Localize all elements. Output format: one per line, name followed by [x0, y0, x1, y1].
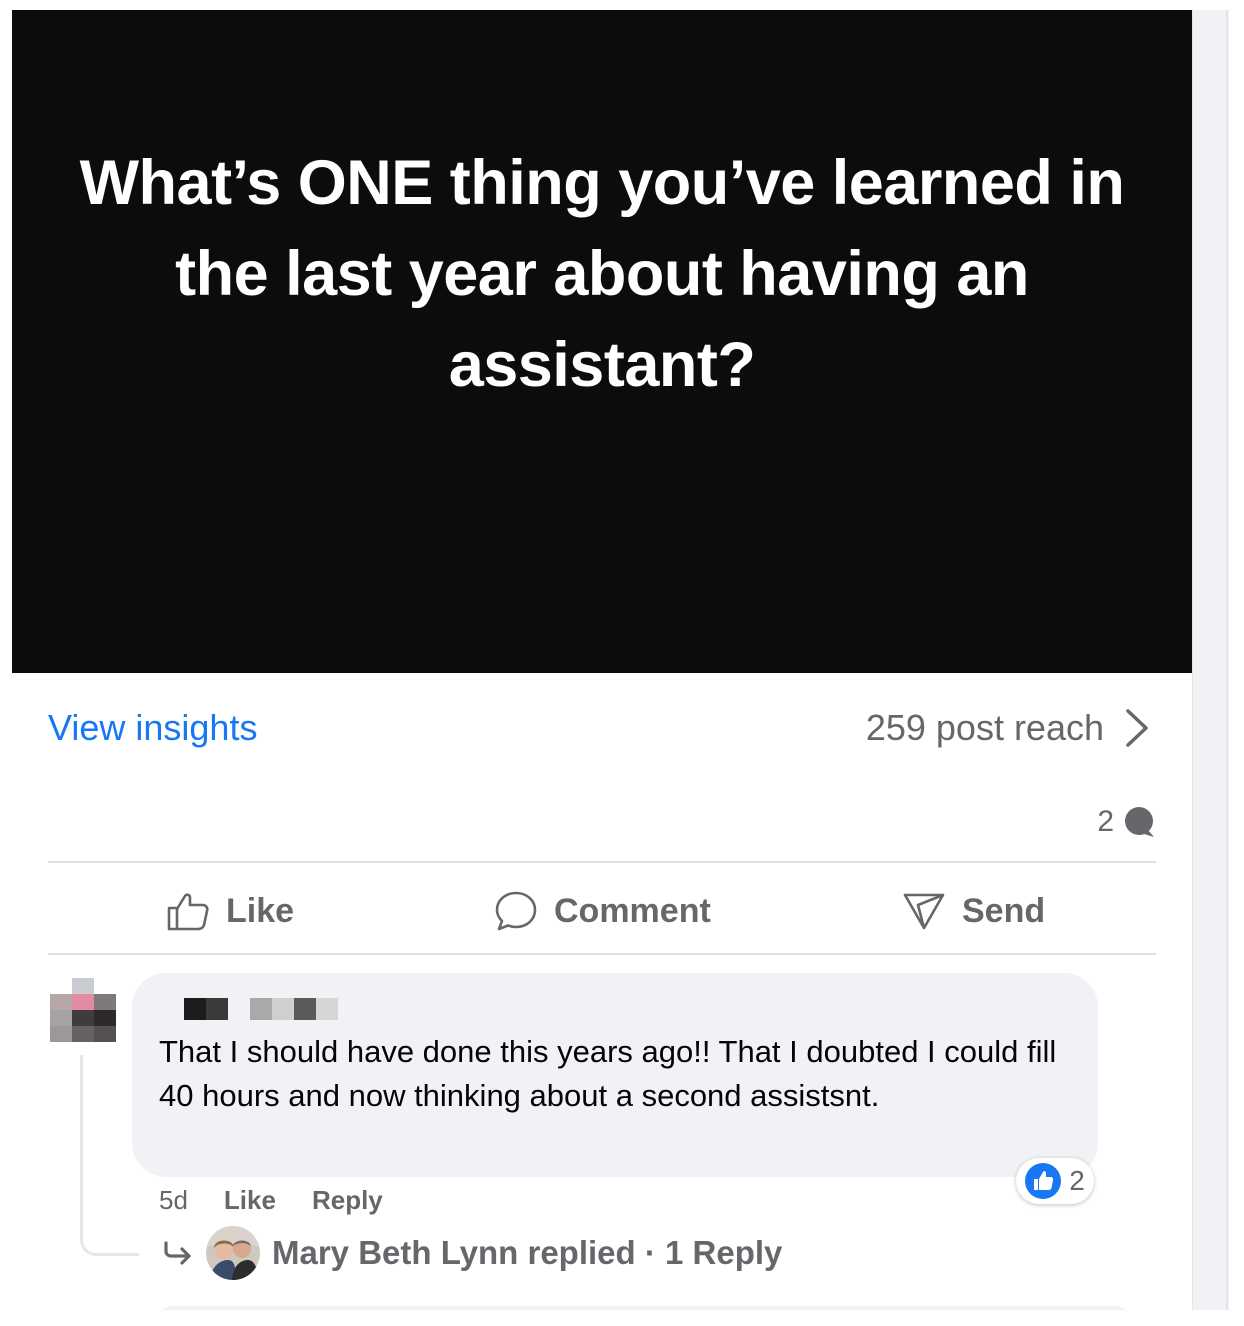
view-insights-link[interactable]: View insights	[48, 707, 257, 749]
comment-bubble-icon	[1125, 807, 1154, 837]
thumbs-up-icon	[167, 893, 209, 931]
next-comment-bubble-edge	[154, 1306, 1134, 1310]
post-actions: Like Comment Send	[48, 867, 1156, 955]
comment-reply-button[interactable]: Reply	[312, 1185, 383, 1216]
reply-thread-line	[80, 1055, 139, 1256]
like-button[interactable]: Like	[166, 867, 294, 955]
view-replies-link[interactable]: Mary Beth Lynn replied · 1 Reply	[162, 1225, 782, 1281]
send-button[interactable]: Send	[902, 867, 1045, 955]
chevron-right-icon[interactable]	[1116, 705, 1156, 751]
replier-avatar	[206, 1226, 260, 1280]
right-panel-border	[1226, 10, 1228, 1310]
right-panel-edge	[1192, 10, 1229, 1310]
redacted-author-name[interactable]	[184, 998, 344, 1020]
divider-top	[48, 861, 1156, 863]
send-icon	[903, 893, 945, 930]
reaction-count: 2	[1069, 1165, 1085, 1196]
post-image-text: What’s ONE thing you’ve learned in the l…	[79, 148, 1125, 400]
insights-row: View insights 259 post reach	[48, 703, 1156, 753]
comment-timestamp[interactable]: 5d	[159, 1185, 188, 1216]
divider-bottom	[48, 953, 1156, 955]
comment-label: Comment	[554, 891, 711, 930]
reply-arrow-icon	[164, 1241, 191, 1265]
replies-summary: Mary Beth Lynn replied · 1 Reply	[272, 1234, 783, 1271]
comment-reactions[interactable]: 2	[1016, 1158, 1094, 1204]
post-image[interactable]: What’s ONE thing you’ve learned in the l…	[12, 10, 1192, 673]
comment-count[interactable]: 2	[1097, 805, 1156, 839]
comment-count-value: 2	[1097, 805, 1114, 838]
like-label: Like	[226, 891, 295, 930]
comment-button[interactable]: Comment	[494, 867, 711, 955]
send-label: Send	[962, 891, 1046, 930]
post-card: What’s ONE thing you’ve learned in the l…	[12, 10, 1192, 1310]
comment-text: That I should have done this years ago!!…	[159, 1034, 1057, 1113]
comment-like-button[interactable]: Like	[224, 1185, 276, 1216]
commenter-avatar[interactable]	[50, 978, 116, 1042]
like-reaction-icon	[1025, 1163, 1062, 1199]
comment-icon	[495, 891, 537, 931]
comment-bubble: That I should have done this years ago!!…	[132, 973, 1098, 1177]
post-reach-text[interactable]: 259 post reach	[866, 707, 1104, 749]
comment-meta: 5d Like Reply	[159, 1182, 383, 1218]
